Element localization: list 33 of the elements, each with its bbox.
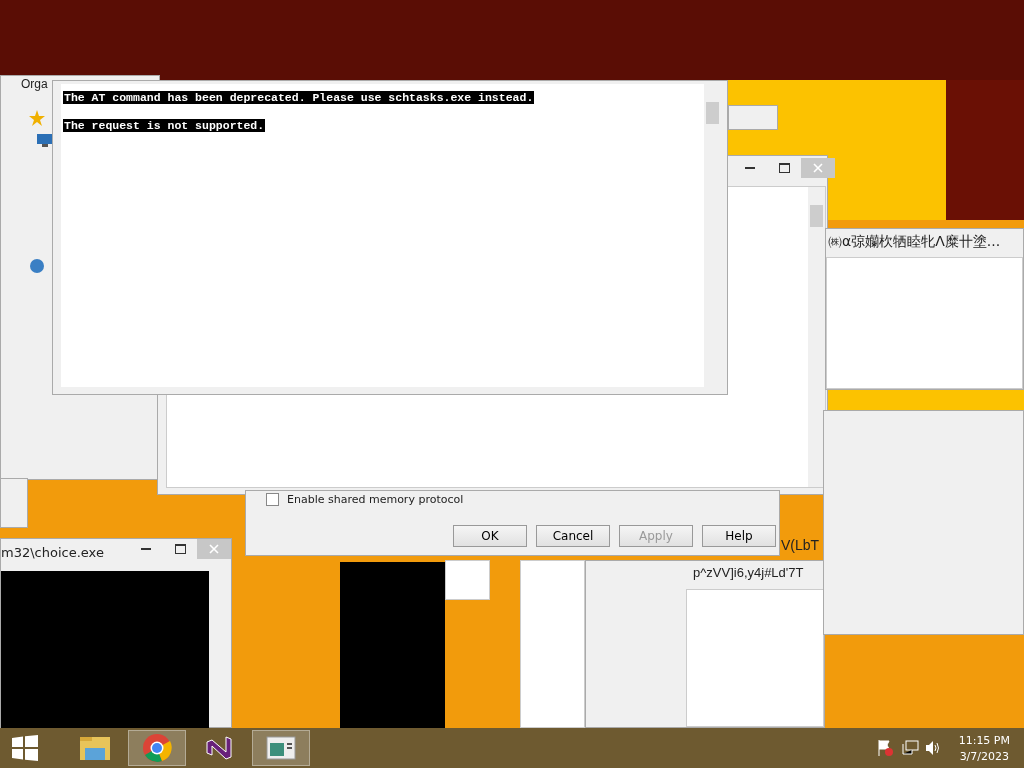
taskbar-button[interactable]: [128, 730, 186, 766]
taskbar-button[interactable]: [252, 730, 310, 766]
minimize-icon: [745, 166, 755, 170]
network-icon: [29, 258, 45, 274]
checkbox-label: Enable shared memory protocol: [287, 493, 464, 506]
maximize-icon: [778, 163, 790, 173]
maximize-icon: [174, 544, 186, 554]
window-icon: [266, 735, 296, 761]
toolbar-label: Orga: [21, 77, 48, 91]
flag-icon[interactable]: [876, 739, 895, 757]
dialog-button[interactable]: Cancel: [536, 525, 610, 547]
start-icon[interactable]: [12, 735, 38, 761]
network-icon[interactable]: [900, 740, 919, 756]
speaker-icon[interactable]: [924, 740, 941, 756]
minimize-icon: [141, 547, 151, 551]
computer-icon: [37, 134, 53, 148]
window-text: ㈱α弶孏杴牺睦牝Λ糜卄塗...: [828, 233, 1001, 251]
window-title: m32\choice.exe: [1, 545, 104, 560]
close-icon: [813, 163, 823, 173]
star-icon: [29, 110, 45, 126]
chrome-icon: [142, 733, 172, 763]
window-text: V(LbT: [781, 537, 820, 553]
window-text: p^zVV]i6,y4j#Ld'7T: [693, 565, 804, 580]
dialog-button[interactable]: OK: [453, 525, 527, 547]
clock-date: 3/7/2023: [959, 749, 1010, 763]
folder-icon: [79, 734, 111, 762]
close-icon: [209, 544, 219, 554]
checkbox[interactable]: [266, 493, 279, 506]
scrollbar-thumb[interactable]: [810, 205, 823, 227]
dialog-button[interactable]: Help: [702, 525, 776, 547]
background-window: [445, 560, 490, 600]
clock-time: 11:15 PM: [958, 733, 1010, 747]
scrollbar-thumb[interactable]: [706, 102, 719, 124]
